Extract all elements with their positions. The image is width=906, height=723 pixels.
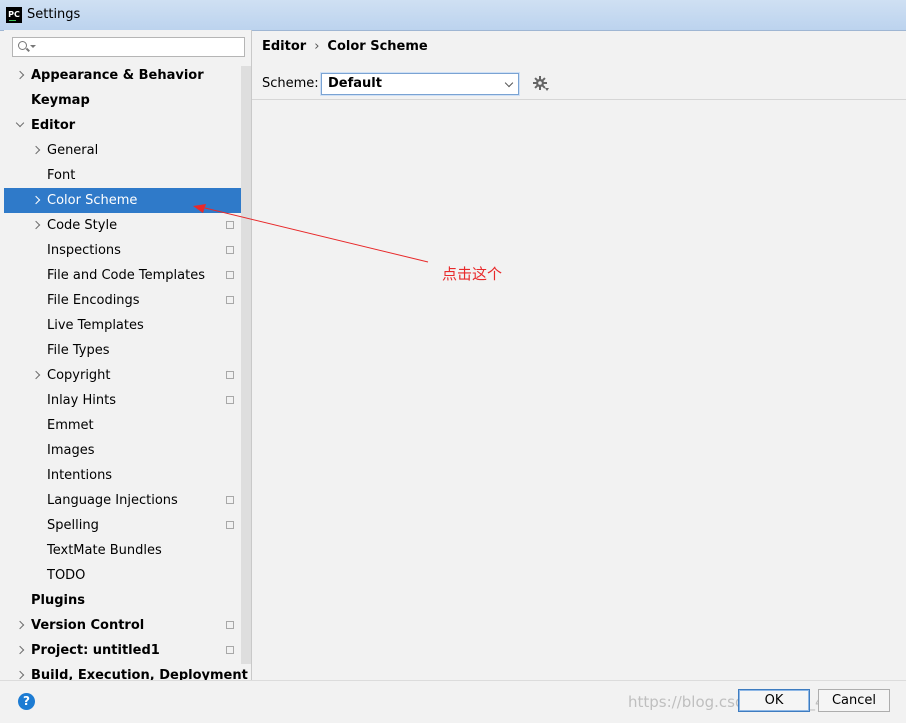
- footer-bar: ? https://blog.csdn.net/qq_40 OK Cancel: [0, 680, 906, 723]
- annotation-label: 点击这个: [442, 265, 503, 283]
- help-icon[interactable]: ?: [18, 693, 35, 710]
- cancel-button[interactable]: Cancel: [818, 689, 890, 712]
- annotation-arrow: [193, 204, 429, 263]
- ok-button[interactable]: OK: [738, 689, 810, 712]
